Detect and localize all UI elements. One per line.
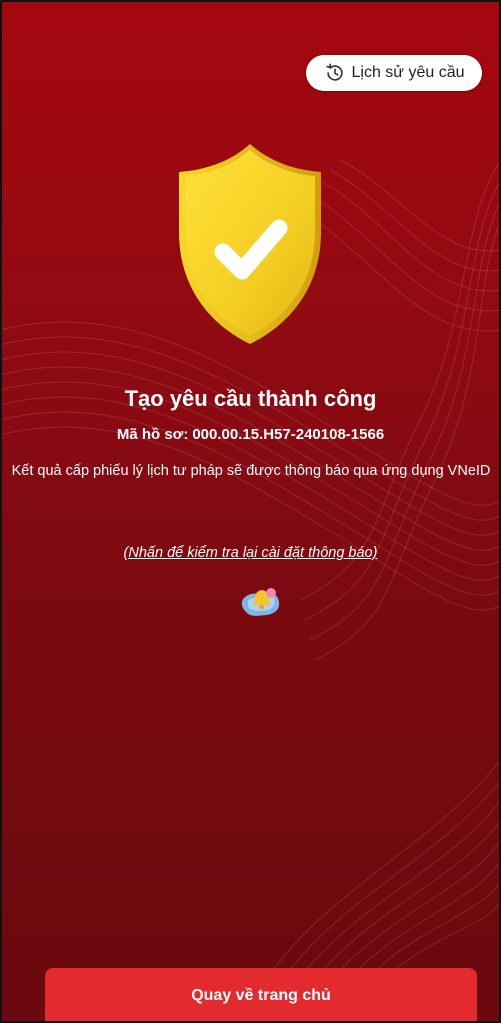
clock-history-icon — [324, 62, 346, 84]
check-notification-settings-link[interactable]: (Nhấn để kiểm tra lại cài đặt thông báo) — [0, 545, 501, 561]
success-title: Tạo yêu cầu thành công — [124, 386, 377, 411]
request-history-label: Lịch sử yêu cầu — [351, 64, 465, 81]
shield-check-icon — [179, 144, 321, 344]
back-to-home-button[interactable]: Quay về trang chủ — [45, 968, 477, 1023]
record-code: Mã hồ sơ: 000.00.15.H57-240108-1566 — [0, 426, 501, 443]
record-code-value: 000.00.15.H57-240108-1566 — [192, 426, 385, 443]
bell-notification-icon — [241, 588, 280, 616]
result-description: Kết quả cấp phiếu lý lịch tư pháp sẽ đượ… — [11, 463, 491, 479]
success-screen: Lịch sử yêu cầu Tạo yêu cầu thành công M… — [0, 0, 501, 1023]
request-history-button[interactable]: Lịch sử yêu cầu — [306, 55, 482, 91]
record-code-label: Mã hồ sơ: — [116, 426, 189, 443]
